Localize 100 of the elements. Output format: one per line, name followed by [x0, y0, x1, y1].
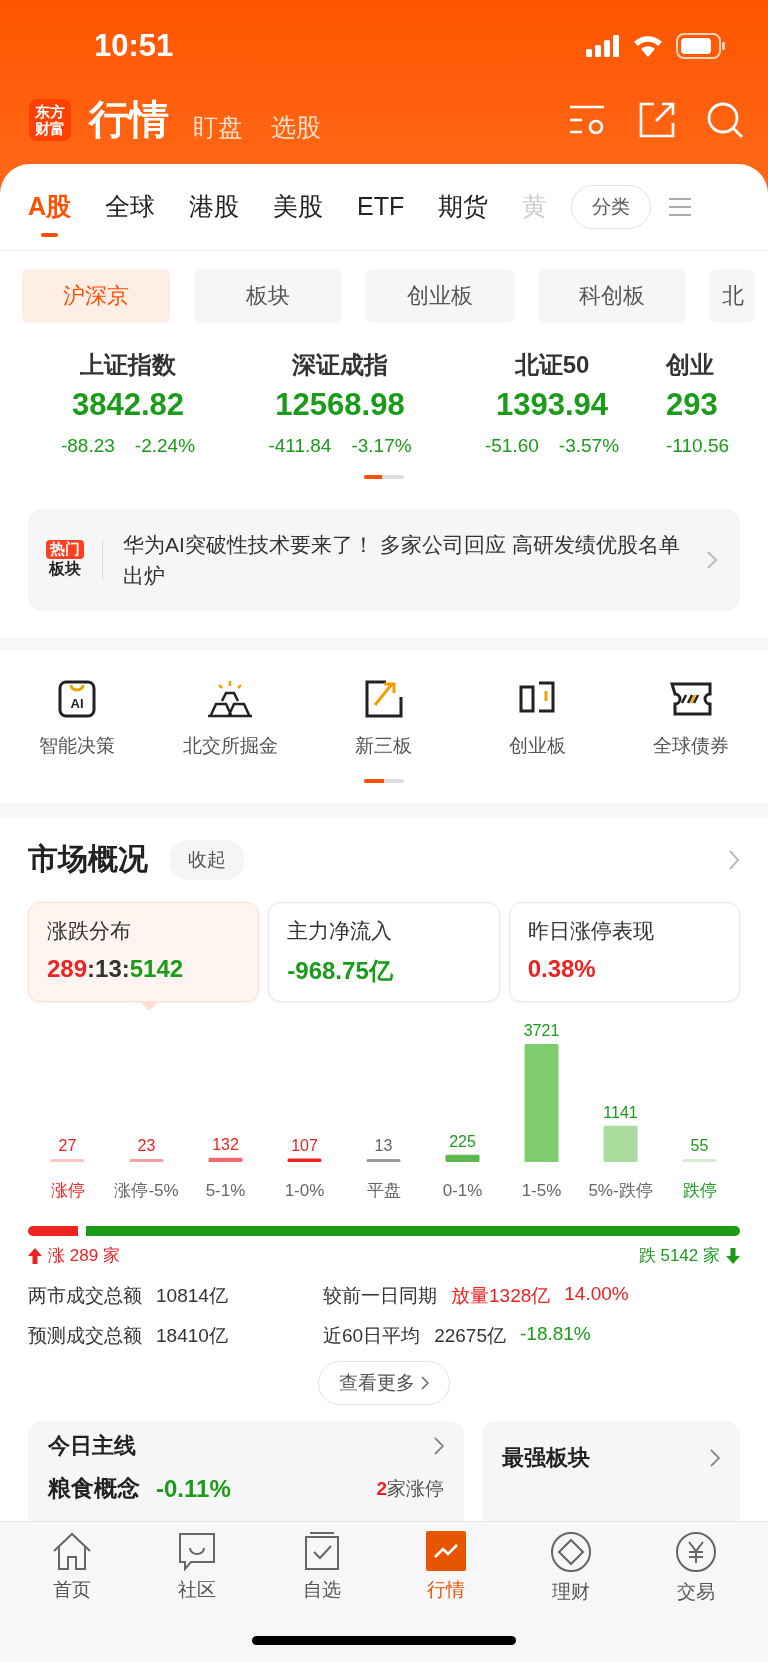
shortcut-button[interactable]: 北交所掘金	[153, 671, 308, 767]
shortcut-button[interactable]: 新三板	[307, 671, 461, 767]
bar-value: 27	[58, 1137, 77, 1154]
index-value: 293	[666, 387, 718, 423]
fall-count: 跌 5142 家	[638, 1244, 740, 1267]
index-change: -411.84	[268, 435, 332, 457]
index-value: 1393.94	[495, 387, 609, 423]
nav-tab[interactable]: 行情	[396, 1530, 497, 1606]
chevron-icon[interactable]	[728, 848, 740, 871]
bar-label: 1-5%	[521, 1181, 562, 1200]
shortcut-button[interactable]: AI 智能决策	[0, 671, 154, 767]
mainline-card[interactable]: 今日主线 粮食概念 -0.11% 2家涨停	[28, 1421, 464, 1521]
card-title: 昨日涨停表现	[527, 918, 655, 944]
hot-badge: 热门 板块	[46, 540, 103, 580]
stat-label: 较前一日同期	[323, 1284, 437, 1308]
share-icon[interactable]	[638, 100, 676, 139]
bar-label: 5-1%	[205, 1181, 246, 1200]
ingot-stack-icon	[206, 679, 255, 719]
sub-tab[interactable]: 板块	[194, 269, 342, 323]
wifi-icon	[632, 34, 664, 58]
card-title: 最强板块	[502, 1444, 590, 1472]
bar-label: 平盘	[366, 1181, 401, 1200]
index-value: 3842.82	[71, 387, 185, 423]
concept-change: -0.11%	[156, 1474, 231, 1503]
search-icon[interactable]	[706, 100, 744, 139]
index-value: 12568.98	[275, 387, 405, 423]
menu-icon[interactable]	[669, 197, 692, 217]
collapse-button[interactable]: 收起	[170, 839, 244, 880]
market-tab[interactable]: 港股	[189, 177, 240, 237]
bar-value: 107	[291, 1136, 318, 1154]
bar-label: 1-0%	[284, 1181, 325, 1200]
news-headline[interactable]: 华为AI突破性技术要来了！ 多家公司回应 高研发绩优股名单出炉	[123, 529, 686, 591]
index-percent: -3.17%	[351, 435, 412, 457]
card-value: 289:13:5142	[47, 955, 185, 983]
market-tab[interactable]: 全球	[105, 177, 156, 237]
chart-board-icon	[364, 679, 404, 719]
stat-label: 近60日平均	[323, 1324, 421, 1348]
signal-icon	[586, 35, 620, 57]
index-change: -51.60	[484, 435, 539, 457]
card-title: 今日主线	[48, 1432, 136, 1460]
bar-value: 225	[449, 1132, 476, 1150]
bar-label: 涨停-5%	[114, 1181, 179, 1200]
index-name: 创业	[666, 350, 714, 380]
index-percent: -3.57%	[558, 435, 620, 457]
nav-tab[interactable]: 首页	[22, 1530, 123, 1606]
market-tab[interactable]: 美股	[273, 177, 324, 237]
bar-value: 1141	[603, 1103, 638, 1121]
bar-value: 55	[690, 1137, 709, 1154]
chevron-icon	[434, 1437, 444, 1455]
bar-label: 5%-跌停	[588, 1181, 653, 1200]
strongest-card[interactable]: 最强板块	[482, 1421, 740, 1521]
limit-up-count: 2家涨停	[376, 1476, 444, 1501]
section-title: 市场概况	[28, 841, 148, 877]
stat-value: 10814亿	[156, 1284, 228, 1308]
chat-icon	[177, 1531, 217, 1571]
shortcut-button[interactable]: 全球债券	[614, 671, 768, 767]
stat-value: 14.00%	[564, 1283, 629, 1306]
bar-value: 3721	[523, 1022, 560, 1039]
index-percent: -2.24%	[134, 435, 196, 457]
sub-tab[interactable]: 创业板	[366, 269, 514, 323]
market-tab[interactable]: ETF	[357, 179, 405, 235]
ai-icon: AI	[57, 679, 96, 719]
bar-label: 0-1%	[442, 1181, 483, 1200]
stat-card[interactable]: 主力净流入 -968.75亿	[268, 902, 500, 1002]
card-value: -968.75亿	[287, 956, 394, 986]
card-title: 涨跌分布	[47, 918, 132, 944]
app-logo[interactable]: 东方财富	[29, 98, 71, 141]
index-name: 上证指数	[80, 350, 176, 380]
nav-tab[interactable]: 交易	[645, 1530, 746, 1606]
nav-tab[interactable]: 理财	[520, 1530, 621, 1606]
stat-value: 放量1328亿	[451, 1284, 551, 1308]
sub-tab[interactable]: 科创板	[538, 269, 686, 323]
sub-tab[interactable]: 北	[710, 269, 754, 323]
shortcut-button[interactable]: 创业板	[460, 671, 615, 767]
page-title: 行情	[89, 96, 169, 143]
view-more-button[interactable]: 查看更多	[318, 1361, 450, 1405]
bar-label: 涨停	[50, 1181, 85, 1200]
battery-icon	[676, 33, 726, 59]
bar-value: 13	[374, 1137, 393, 1154]
category-tab[interactable]: 分类	[571, 185, 652, 229]
bar-value: 132	[212, 1135, 239, 1153]
bar-label: 跌停	[682, 1181, 717, 1200]
stat-label: 预测成交总额	[28, 1324, 142, 1348]
nav-tab[interactable]: 自选	[271, 1530, 372, 1606]
stat-card[interactable]: 昨日涨停表现 0.38%	[508, 902, 740, 1002]
stat-value: 22675亿	[434, 1324, 506, 1348]
chart-icon	[426, 1531, 467, 1571]
market-tab[interactable]: 期货	[438, 177, 489, 237]
stat-value: -18.81%	[520, 1323, 591, 1346]
chevron-icon	[710, 1449, 720, 1467]
index-change: -88.23	[60, 435, 115, 457]
card-title: 主力净流入	[287, 918, 394, 944]
up-arrow-icon	[28, 1247, 42, 1264]
status-time: 10:51	[94, 28, 174, 64]
chevron-icon	[706, 550, 718, 570]
index-change: -110.56	[666, 435, 730, 457]
concept-name: 粮食概念	[48, 1474, 140, 1503]
rise-count: 涨 289 家	[28, 1244, 120, 1267]
news-banner[interactable]: 热门 板块 华为AI突破性技术要来了！ 多家公司回应 高研发绩优股名单出炉	[28, 509, 740, 611]
nav-tab[interactable]: 社区	[147, 1530, 247, 1606]
